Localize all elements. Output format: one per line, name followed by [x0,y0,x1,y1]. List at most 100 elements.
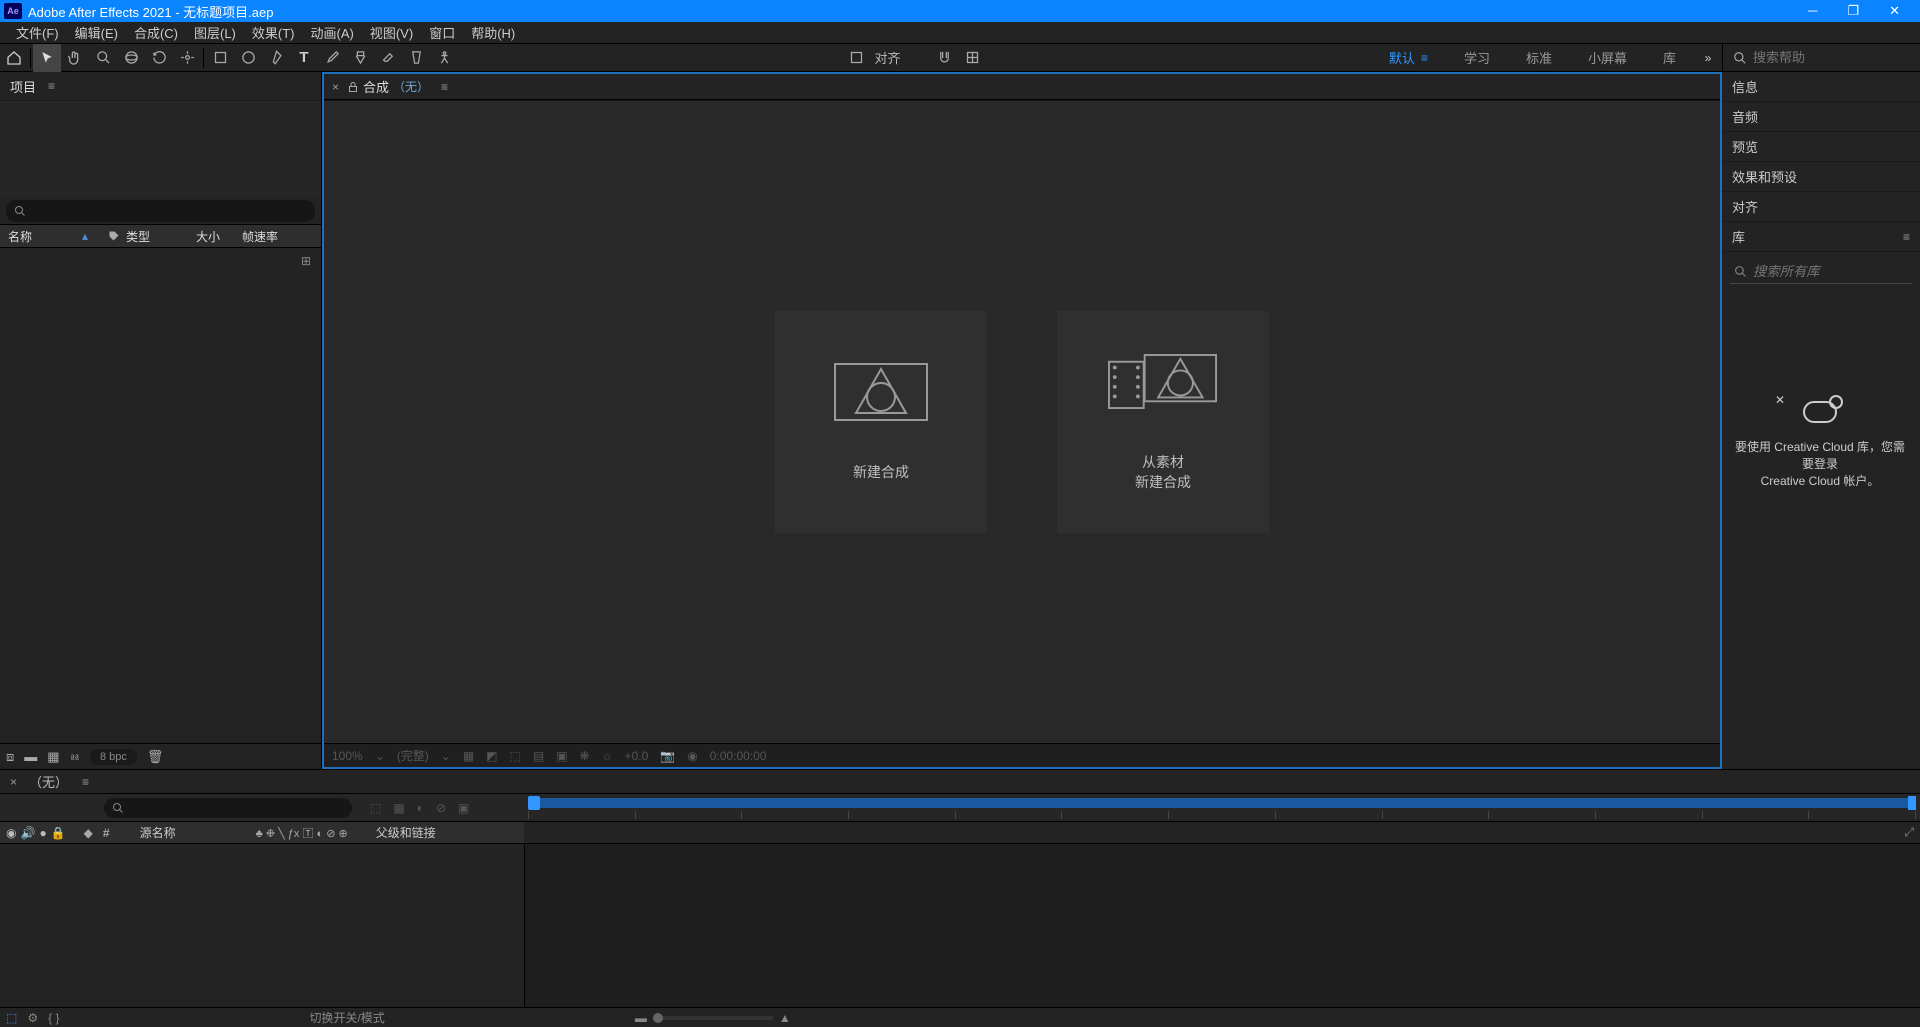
col-fps[interactable]: 帧速率 [242,228,278,245]
new-comp-icon[interactable]: ▦ [47,749,59,765]
roi-icon[interactable]: ⬚ [510,749,521,763]
transparency-icon[interactable]: ▤ [533,749,544,763]
timeline-ruler[interactable] [524,794,1920,821]
selection-tool[interactable] [33,44,61,72]
ellipse-tool[interactable] [234,44,262,72]
project-tab[interactable]: 项目 [10,77,36,96]
lock-icon[interactable]: 🔒 [51,826,66,840]
frame-blend-icon[interactable]: ▦ [393,801,404,815]
snap-grid-icon[interactable] [958,44,986,72]
from-footage-card[interactable]: 从素材 新建合成 [1057,311,1269,533]
mode-toggle-label[interactable]: 切换开关/模式 [309,1009,384,1026]
timeline-search[interactable] [104,798,352,818]
motion-blur-icon[interactable]: ◐ [417,801,424,815]
close-icon[interactable]: ✕ [1775,393,1785,407]
menu-layer[interactable]: 图层(L) [186,20,244,45]
workspace-library[interactable]: 库 [1645,44,1694,72]
workspace-learn[interactable]: 学习 [1446,44,1508,72]
renderer-icon[interactable]: ❋ [580,749,590,763]
rectangle-tool[interactable] [206,44,234,72]
project-tab-menu[interactable]: ≡ [48,79,55,93]
resolution[interactable]: (完整) [397,747,429,764]
puppet-tool[interactable] [430,44,458,72]
panel-audio[interactable]: 音频 [1722,102,1920,132]
trash-icon[interactable]: 🗑 [147,749,164,765]
panel-info[interactable]: 信息 [1722,72,1920,102]
menu-window[interactable]: 窗口 [421,20,463,45]
menu-animation[interactable]: 动画(A) [303,20,362,45]
menu-effect[interactable]: 效果(T) [244,20,303,45]
panel-library[interactable]: 库≡ [1722,222,1920,252]
search-help-box[interactable] [1722,44,1920,72]
workspace-standard[interactable]: 标准 [1508,44,1570,72]
new-composition-card[interactable]: 新建合成 [775,311,987,533]
orbit-tool[interactable] [117,44,145,72]
workspace-overflow[interactable]: » [1694,44,1722,72]
timeline-tab-close[interactable]: × [10,775,17,789]
pen-tool[interactable] [262,44,290,72]
flowchart-icon[interactable]: ⊞ [301,254,311,268]
menu-composition[interactable]: 合成(C) [126,20,186,45]
label-col-icon[interactable]: ◆ [84,826,93,840]
timeline-tab-name[interactable]: （无） [29,772,68,791]
grid-icon[interactable]: ▦ [463,749,474,763]
col-source-name[interactable]: 源名称 [130,824,186,841]
col-label-icon[interactable] [108,230,126,242]
roto-tool[interactable] [402,44,430,72]
speaker-icon[interactable]: 🔊 [20,826,35,840]
snapshot-icon[interactable]: 📷 [660,749,675,763]
menu-view[interactable]: 视图(V) [362,20,421,45]
mask-mode-button[interactable] [842,44,870,72]
solo-icon[interactable]: ● [39,826,46,840]
eraser-tool[interactable] [374,44,402,72]
menu-help[interactable]: 帮助(H) [463,20,523,45]
lock-icon[interactable] [347,81,359,93]
track-area[interactable] [524,844,1920,1007]
mask-icon[interactable]: ◩ [486,749,497,763]
folder-icon[interactable]: ▬ [24,749,37,764]
text-tool[interactable]: T [290,44,318,72]
zoom-thumb[interactable] [653,1013,663,1023]
close-button[interactable]: ✕ [1889,3,1900,19]
toggle-switches-icon[interactable]: ⚙ [27,1011,38,1025]
library-search-input[interactable] [1753,264,1893,279]
snap-icon[interactable] [930,44,958,72]
eye-icon[interactable]: ◉ [6,826,16,840]
brackets-icon[interactable]: { } [48,1011,59,1025]
project-search[interactable] [6,200,315,222]
comp-marker-icon[interactable]: ⬚ [370,801,381,815]
menu-edit[interactable]: 编辑(E) [67,20,126,45]
comp-tab-close[interactable]: × [332,80,339,94]
zoom-level[interactable]: 100% [332,749,363,763]
maximize-button[interactable]: ❐ [1847,3,1859,19]
library-search[interactable] [1730,260,1912,284]
clone-tool[interactable] [346,44,374,72]
layer-list[interactable] [0,844,524,1007]
comp-tab-name[interactable]: 合成 [363,77,389,96]
brush-tool[interactable] [318,44,346,72]
home-button[interactable] [0,44,28,72]
timecode[interactable]: 0:00:00:00 [710,749,767,763]
settings-icon[interactable]: ⎂ [70,749,80,765]
3d-icon[interactable]: ▣ [556,749,567,763]
project-item-list[interactable]: ⊞ [0,248,321,743]
col-type[interactable]: 类型 [126,228,196,245]
exposure-icon[interactable]: ☼ [602,749,613,763]
panel-preview[interactable]: 预览 [1722,132,1920,162]
hand-tool[interactable] [61,44,89,72]
timeline-tab-menu[interactable]: ≡ [82,775,89,789]
draft-3d-icon[interactable]: ▣ [458,801,469,815]
pan-behind-tool[interactable] [173,44,201,72]
channels-icon[interactable]: ◉ [687,749,697,763]
expand-icon[interactable]: ⤢ [1904,825,1914,840]
menu-file[interactable]: 文件(F) [8,20,67,45]
bpc-label[interactable]: 8 bpc [90,749,137,765]
interpret-footage-icon[interactable]: ⧈ [6,749,14,765]
col-size[interactable]: 大小 [196,228,242,245]
comp-tab-menu[interactable]: ≡ [441,80,448,94]
workspace-default[interactable]: 默认≡ [1371,44,1446,72]
exposure-value[interactable]: +0.0 [625,749,649,763]
col-name[interactable]: 名称▴ [8,228,108,245]
timeline-zoom[interactable]: ▬ ▲ [635,1011,791,1025]
graph-editor-icon[interactable]: ⊘ [436,801,446,815]
